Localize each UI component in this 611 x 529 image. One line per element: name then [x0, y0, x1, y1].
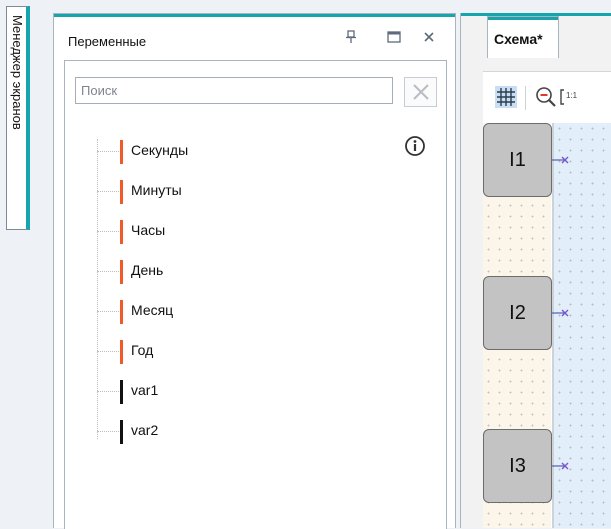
- variable-type-marker: [120, 180, 123, 204]
- variables-panel: Переменные Поиск Секунды Минуты Часы Ден…: [53, 13, 456, 529]
- side-tab-strip: Менеджер экранов: [0, 0, 48, 528]
- screen-manager-tab[interactable]: Менеджер экранов: [6, 6, 30, 230]
- input-block-label: I2: [509, 301, 526, 324]
- variable-type-marker: [120, 300, 123, 324]
- variable-type-marker: [120, 380, 123, 404]
- tree-item-label: Минуты: [131, 182, 182, 198]
- tree-item-var2[interactable]: var2: [97, 419, 397, 444]
- tree-item-label: Секунды: [131, 142, 189, 158]
- pin-icon[interactable]: [340, 26, 362, 48]
- screen-manager-tab-label: Менеджер экранов: [10, 15, 25, 130]
- tree-item-year[interactable]: Год: [97, 339, 397, 364]
- clear-search-button[interactable]: [404, 77, 437, 107]
- tree-item-label: День: [131, 262, 164, 278]
- input-block-label: I1: [509, 148, 526, 171]
- panel-accent-line: [54, 14, 455, 17]
- output-pin-icon[interactable]: [552, 307, 572, 319]
- tree-item-label: Месяц: [131, 302, 174, 318]
- zoom-reset-icon[interactable]: 1:1: [559, 84, 585, 110]
- search-input[interactable]: [75, 77, 393, 104]
- info-icon[interactable]: [404, 135, 426, 157]
- tree-item-seconds[interactable]: Секунды: [97, 139, 397, 164]
- variable-type-marker: [120, 260, 123, 284]
- close-icon[interactable]: [418, 26, 440, 48]
- tree-item-label: var2: [131, 422, 159, 438]
- tree-item-day[interactable]: День: [97, 259, 397, 284]
- tree-item-label: Часы: [131, 222, 166, 238]
- tree-item-minutes[interactable]: Минуты: [97, 179, 397, 204]
- zoom-out-icon[interactable]: [533, 84, 559, 110]
- tree-item-label: var1: [131, 382, 159, 398]
- tree-item-label: Год: [131, 342, 154, 358]
- toolbar-separator: [525, 86, 526, 110]
- variable-type-marker: [120, 420, 123, 444]
- variable-type-marker: [120, 340, 123, 364]
- schema-toolbar: 1:1: [483, 71, 611, 125]
- variables-panel-title: Переменные: [68, 34, 147, 49]
- tab-schema[interactable]: Схема*: [487, 16, 559, 58]
- tree-item-var1[interactable]: var1: [97, 379, 397, 404]
- variable-type-marker: [120, 220, 123, 244]
- input-block-label: I3: [509, 454, 526, 477]
- tree-item-month[interactable]: Месяц: [97, 299, 397, 324]
- maximize-icon[interactable]: [383, 26, 405, 48]
- grid-icon[interactable]: [493, 84, 519, 110]
- schema-panel: Схема* 1:1 I1 I2 I3: [460, 13, 611, 528]
- variable-type-marker: [120, 140, 123, 164]
- input-block-i1[interactable]: I1: [483, 123, 552, 197]
- input-block-i2[interactable]: I2: [483, 276, 552, 350]
- variables-list-area: Секунды Минуты Часы День Месяц: [64, 60, 447, 529]
- output-pin-icon[interactable]: [552, 460, 572, 472]
- schema-canvas[interactable]: I1 I2 I3: [483, 123, 611, 528]
- output-pin-icon[interactable]: [552, 154, 572, 166]
- tab-schema-label: Схема*: [494, 31, 543, 47]
- svg-text:1:1: 1:1: [566, 91, 578, 100]
- input-block-i3[interactable]: I3: [483, 429, 552, 503]
- tree-item-hours[interactable]: Часы: [97, 219, 397, 244]
